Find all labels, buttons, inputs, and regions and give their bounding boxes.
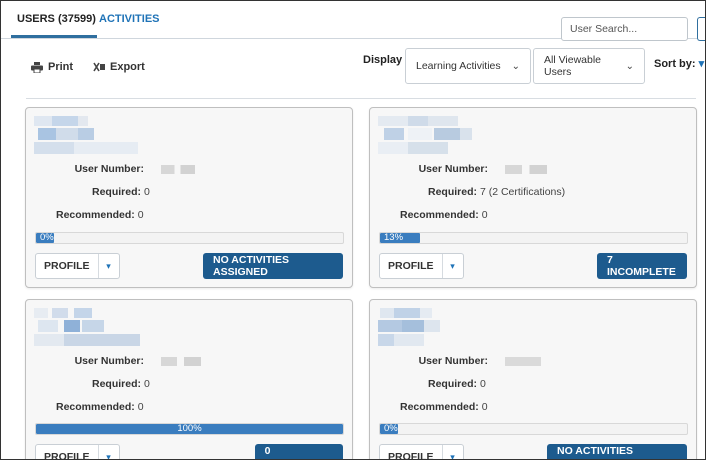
required-value: 0 <box>143 378 150 390</box>
user-card: User Number: Required: 0 Recommended: 0 … <box>25 299 353 460</box>
user-number-row: User Number: <box>26 163 144 175</box>
display-select[interactable]: Learning Activities ⌄ <box>405 48 531 84</box>
user-card: User Number: Required: 0 Recommended: 0 … <box>369 299 697 460</box>
progress-label: 0% <box>384 423 398 434</box>
recommended-label: Recommended: <box>56 401 135 413</box>
blurred-user-name <box>34 116 138 154</box>
required-label: Required: <box>428 378 478 390</box>
chevron-down-icon[interactable]: ▾ <box>97 445 119 459</box>
sort-label: Sort by: <box>654 58 696 70</box>
display-label: Display <box>363 54 403 66</box>
user-scope-value: All Viewable Users <box>544 54 602 78</box>
recommended-row: Recommended: 0 <box>56 401 144 413</box>
chevron-down-icon: ⌄ <box>511 60 520 72</box>
recommended-label: Recommended: <box>56 209 135 221</box>
required-label: Required: <box>92 186 142 198</box>
activity-status-button[interactable]: 0 INCOMPLETE <box>255 444 343 459</box>
user-card: User Number: Required: 7 (2 Certificatio… <box>369 107 697 288</box>
chevron-down-icon[interactable]: ▾ <box>441 445 463 459</box>
blurred-user-name <box>378 308 440 346</box>
user-number-label: User Number: <box>74 355 144 367</box>
tab-activities[interactable]: ACTIVITIES <box>99 13 160 25</box>
print-label: Print <box>48 61 74 73</box>
user-number-label: User Number: <box>418 355 488 367</box>
required-row: Required: 0 <box>92 186 150 198</box>
user-number-row: User Number: <box>26 355 144 367</box>
blurred-user-name <box>378 116 472 154</box>
blurred-user-number <box>505 165 547 174</box>
profile-label: PROFILE <box>388 260 434 272</box>
active-tab-indicator <box>11 35 97 38</box>
progress-bar: 100% <box>35 423 344 435</box>
search-button[interactable] <box>697 17 705 41</box>
progress-bar: 0% <box>379 423 688 435</box>
activity-status-button[interactable]: NO ACTIVITIES ASSIGNED <box>203 253 343 279</box>
user-number-label: User Number: <box>418 163 488 175</box>
recommended-value: 0 <box>137 209 144 221</box>
blurred-user-number <box>505 357 541 366</box>
display-select-value: Learning Activities <box>416 60 501 72</box>
profile-button[interactable]: PROFILE ▾ <box>379 253 464 279</box>
profile-label: PROFILE <box>388 451 434 460</box>
profile-label: PROFILE <box>44 451 90 460</box>
user-number-label: User Number: <box>74 163 144 175</box>
users-panel: USERS (37599) ACTIVITIES Print Export Di… <box>0 0 706 460</box>
profile-label: PROFILE <box>44 260 90 272</box>
chevron-down-icon[interactable]: ▾ <box>441 254 463 278</box>
print-button[interactable]: Print <box>31 61 73 73</box>
user-number-row: User Number: <box>370 355 488 367</box>
recommended-label: Recommended: <box>400 401 479 413</box>
export-label: Export <box>110 61 145 73</box>
recommended-value: 0 <box>137 401 144 413</box>
user-card: User Number: Required: 0 Recommended: 0 … <box>25 107 353 288</box>
profile-button[interactable]: PROFILE ▾ <box>35 253 120 279</box>
required-row: Required: 0 <box>92 378 150 390</box>
recommended-row: Recommended: 0 <box>400 209 488 221</box>
required-row: Required: 0 <box>428 378 486 390</box>
gear-icon[interactable]: ▾⚙ <box>699 58 705 70</box>
progress-label: 13% <box>384 232 404 243</box>
progress-bar: 0% <box>35 232 344 244</box>
required-label: Required: <box>92 378 142 390</box>
activity-status-button[interactable]: 7 INCOMPLETE <box>597 253 687 279</box>
blurred-user-number <box>161 165 195 174</box>
profile-button[interactable]: PROFILE ▾ <box>35 444 120 460</box>
activity-status-button[interactable]: NO ACTIVITIES ASSIGNED <box>547 444 687 459</box>
user-scope-select[interactable]: All Viewable Users ⌄ <box>533 48 645 84</box>
recommended-row: Recommended: 0 <box>400 401 488 413</box>
blurred-user-name <box>34 308 140 346</box>
recommended-value: 0 <box>481 209 488 221</box>
progress-label: 100% <box>177 423 202 434</box>
tab-users[interactable]: USERS (37599) <box>17 13 96 25</box>
sort-control[interactable]: Sort by: ▾⚙ <box>654 57 705 70</box>
required-row: Required: 7 (2 Certifications) <box>428 186 565 198</box>
export-icon <box>93 62 105 72</box>
progress-bar: 13% <box>379 232 688 244</box>
profile-button[interactable]: PROFILE ▾ <box>379 444 464 460</box>
tab-bar: USERS (37599) ACTIVITIES <box>1 1 705 41</box>
required-value: 0 <box>479 378 486 390</box>
user-number-row: User Number: <box>370 163 488 175</box>
chevron-down-icon: ⌄ <box>625 60 634 72</box>
required-value: 7 (2 Certifications) <box>479 186 566 198</box>
recommended-label: Recommended: <box>400 209 479 221</box>
printer-icon <box>31 61 43 73</box>
progress-label: 0% <box>40 232 54 243</box>
chevron-down-icon[interactable]: ▾ <box>97 254 119 278</box>
export-button[interactable]: Export <box>93 61 145 73</box>
user-search-input[interactable] <box>561 17 688 41</box>
blurred-user-number <box>161 357 201 366</box>
recommended-value: 0 <box>481 401 488 413</box>
card-grid-top-edge <box>26 90 696 99</box>
required-value: 0 <box>143 186 150 198</box>
recommended-row: Recommended: 0 <box>56 209 144 221</box>
required-label: Required: <box>428 186 478 198</box>
